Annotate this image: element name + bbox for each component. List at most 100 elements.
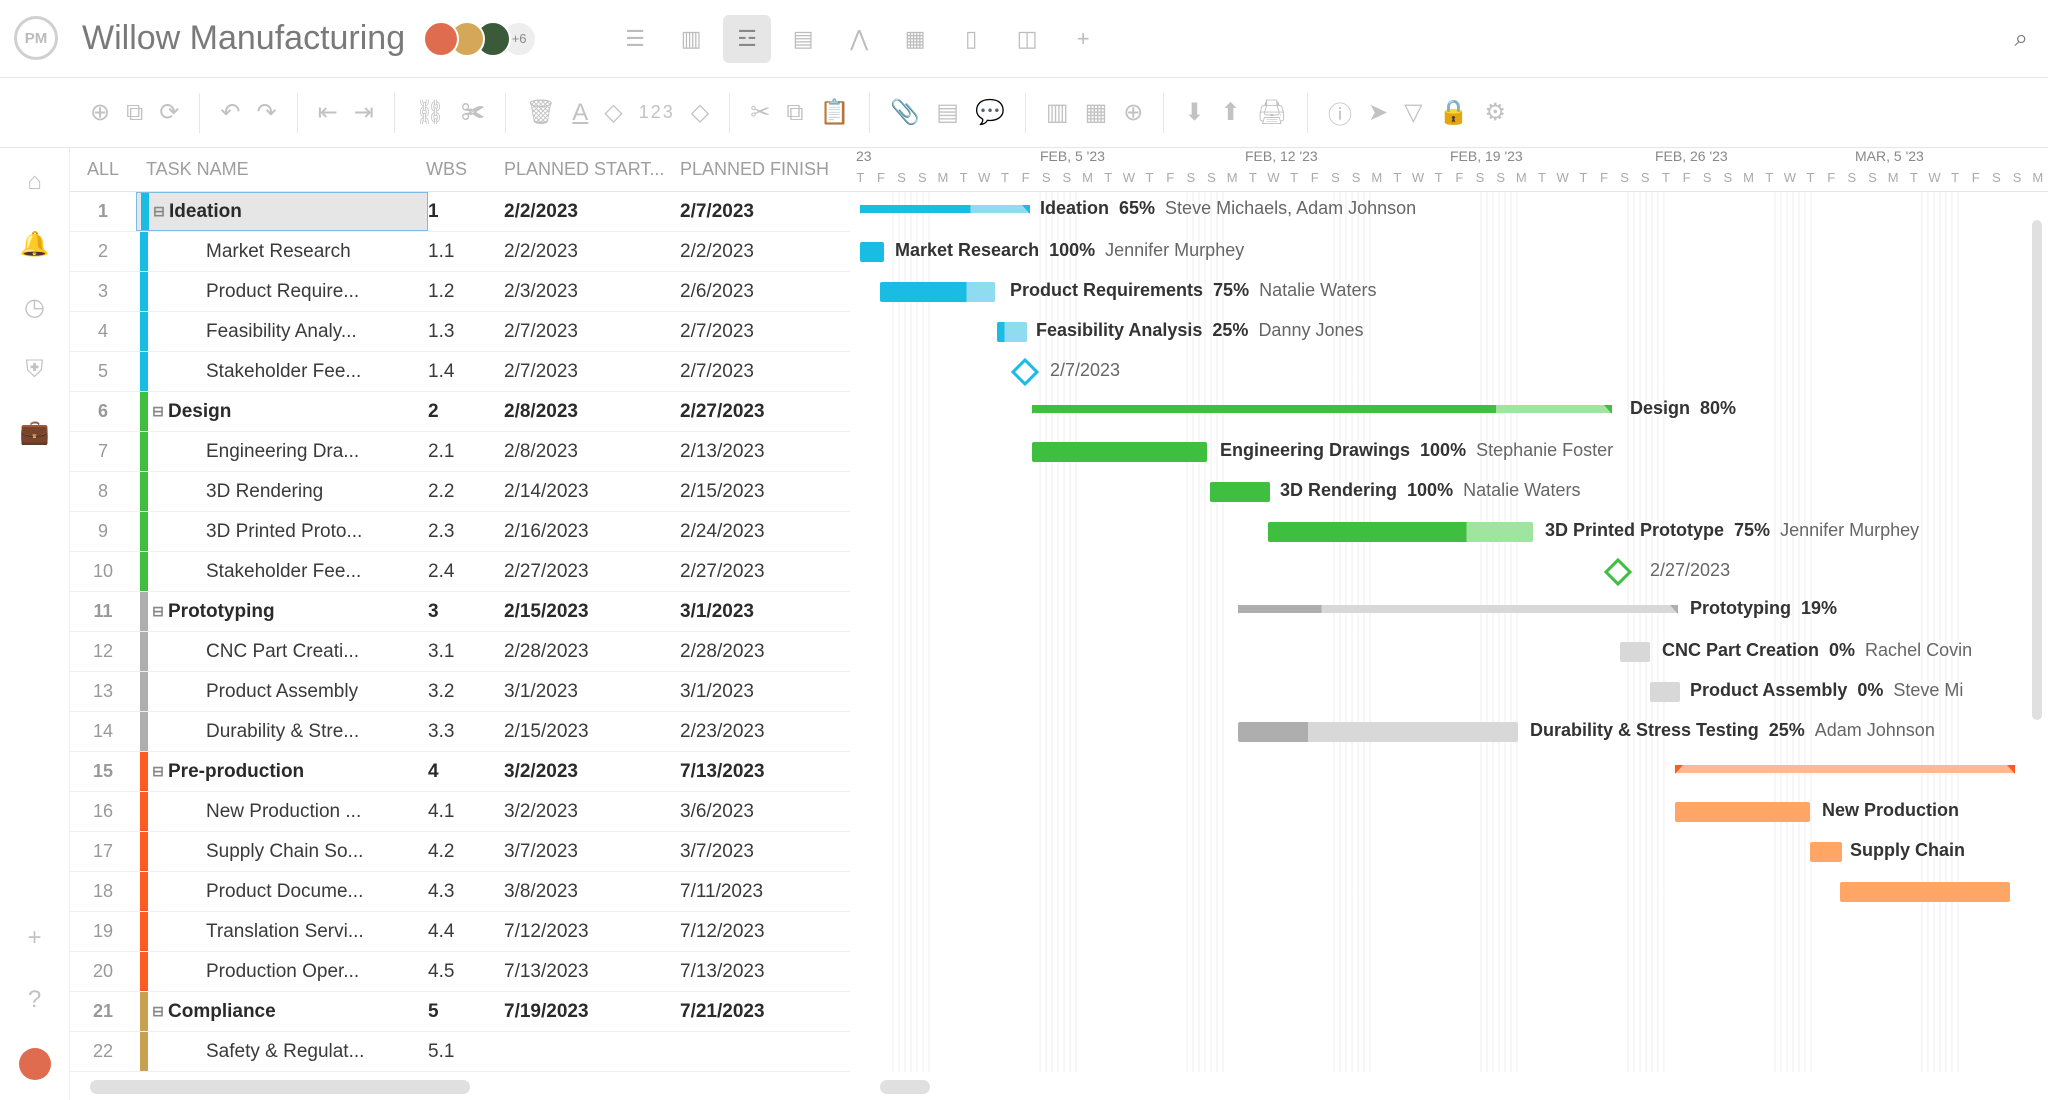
assign-icon[interactable]: ⧉ [126,99,143,127]
add-task-icon[interactable]: ⊕ [90,98,110,127]
task-row[interactable]: 17 Supply Chain So... 4.2 3/7/2023 3/7/2… [70,832,850,872]
task-row[interactable]: 11 ⊟Prototyping 3 2/15/2023 3/1/2023 [70,592,850,632]
task-row[interactable]: 5 Stakeholder Fee... 1.4 2/7/2023 2/7/20… [70,352,850,392]
col-all[interactable]: ALL [70,159,136,180]
task-row[interactable]: 6 ⊟Design 2 2/8/2023 2/27/2023 [70,392,850,432]
home-icon[interactable]: ⌂ [27,168,42,196]
vscroll-handle[interactable] [2032,220,2042,720]
lock-icon[interactable]: 🔒 [1439,98,1469,127]
task-row[interactable]: 10 Stakeholder Fee... 2.4 2/27/2023 2/27… [70,552,850,592]
help-icon[interactable]: ? [28,986,41,1014]
view-sheet-icon[interactable]: ▤ [779,15,827,63]
unlink-icon[interactable]: ✀ [461,99,485,127]
bell-icon[interactable]: 🔔 [20,230,50,259]
redo-icon[interactable]: ↷ [256,98,276,127]
cut-icon[interactable]: ✂ [750,98,770,127]
task-row[interactable]: 22 Safety & Regulat... 5.1 [70,1032,850,1072]
search-icon[interactable]: ⌕ [2015,25,2028,53]
view-add-icon[interactable]: + [1059,15,1107,63]
task-row[interactable]: 13 Product Assembly 3.2 3/1/2023 3/1/202… [70,672,850,712]
indent-icon[interactable]: ⇥ [354,98,374,127]
copy-icon[interactable]: ⧉ [786,99,803,127]
clock-icon[interactable]: ◷ [24,293,45,322]
task-row[interactable]: 4 Feasibility Analy... 1.3 2/7/2023 2/7/… [70,312,850,352]
user-avatar[interactable] [19,1048,51,1080]
row-index: 9 [70,521,136,542]
col-finish[interactable]: PLANNED FINISH [680,159,850,180]
filter-icon[interactable]: ▽ [1404,98,1422,127]
view-dashboard-icon[interactable]: ◫ [1003,15,1051,63]
task-row[interactable]: 8 3D Rendering 2.2 2/14/2023 2/15/2023 [70,472,850,512]
settings-icon[interactable]: ⚙ [1485,98,1507,127]
gantt[interactable]: 23 FEB, 5 '23FEB, 12 '23FEB, 19 '23FEB, … [850,148,2048,1100]
day-label: W [1408,170,1429,192]
undo-icon[interactable]: ↶ [220,98,240,127]
day-label: T [1242,170,1263,192]
task-list: ALL TASK NAME WBS PLANNED START... PLANN… [70,148,850,1100]
task-row[interactable]: 19 Translation Servi... 4.4 7/12/2023 7/… [70,912,850,952]
planned-finish: 2/6/2023 [680,281,850,303]
task-row[interactable]: 3 Product Require... 1.2 2/3/2023 2/6/20… [70,272,850,312]
collapse-icon[interactable]: ⊟ [148,763,168,780]
print-icon[interactable]: 🖨 [1257,98,1287,127]
view-workload-icon[interactable]: ⋀ [835,15,883,63]
grid-icon[interactable]: ▦ [1085,98,1108,127]
zoom-icon[interactable]: ⊕ [1123,98,1143,127]
milestone-icon[interactable]: ◇ [691,98,709,127]
task-row[interactable]: 2 Market Research 1.1 2/2/2023 2/2/2023 [70,232,850,272]
comment-icon[interactable]: 💬 [975,98,1005,127]
task-row[interactable]: 12 CNC Part Creati... 3.1 2/28/2023 2/28… [70,632,850,672]
tag-icon[interactable]: ◇ [604,98,622,127]
wbs: 4.2 [428,841,504,863]
columns-icon[interactable]: ▥ [1046,98,1069,127]
view-list-icon[interactable]: ☰ [611,15,659,63]
month-label: FEB, 5 '23 [1040,148,1105,164]
wbs: 4.4 [428,921,504,943]
briefcase-icon[interactable]: 💼 [20,418,50,447]
hscroll-handle[interactable] [90,1080,470,1094]
avatar-stack[interactable]: +6 [433,21,537,57]
paste-icon[interactable]: 📋 [820,98,850,127]
add-icon[interactable]: + [27,924,41,952]
task-row[interactable]: 21 ⊟Compliance 5 7/19/2023 7/21/2023 [70,992,850,1032]
number-format-icon[interactable]: 123 [639,102,675,123]
outdent-icon[interactable]: ⇤ [318,98,338,127]
collapse-icon[interactable]: ⊟ [149,203,169,220]
task-row[interactable]: 9 3D Printed Proto... 2.3 2/16/2023 2/24… [70,512,850,552]
link-icon[interactable]: ⛓ [415,98,445,127]
team-icon[interactable]: ⛨ [26,356,44,384]
collapse-icon[interactable]: ⊟ [148,403,168,420]
view-board-icon[interactable]: ▥ [667,15,715,63]
hscroll2-handle[interactable] [880,1080,930,1094]
task-row[interactable]: 1 ⊟Ideation 1 2/2/2023 2/7/2023 [70,192,850,232]
attach-icon[interactable]: 📎 [890,98,920,127]
task-row[interactable]: 14 Durability & Stre... 3.3 2/15/2023 2/… [70,712,850,752]
planned-finish: 2/7/2023 [680,201,850,223]
send-icon[interactable]: ➤ [1368,98,1388,127]
planned-start: 2/3/2023 [504,281,680,303]
avatar[interactable] [423,21,459,57]
view-doc-icon[interactable]: ▯ [947,15,995,63]
task-row[interactable]: 15 ⊟Pre-production 4 3/2/2023 7/13/2023 [70,752,850,792]
view-gantt-icon[interactable]: ☲ [723,15,771,63]
view-calendar-icon[interactable]: ▦ [891,15,939,63]
text-color-icon[interactable]: A [572,99,588,127]
col-wbs[interactable]: WBS [426,159,504,180]
task-row[interactable]: 18 Product Docume... 4.3 3/8/2023 7/11/2… [70,872,850,912]
note-icon[interactable]: ▤ [936,98,959,127]
collapse-icon[interactable]: ⊟ [148,1003,168,1020]
task-row[interactable]: 16 New Production ... 4.1 3/2/2023 3/6/2… [70,792,850,832]
wbs: 4.5 [428,961,504,983]
task-row[interactable]: 20 Production Oper... 4.5 7/13/2023 7/13… [70,952,850,992]
task-row[interactable]: 7 Engineering Dra... 2.1 2/8/2023 2/13/2… [70,432,850,472]
logo[interactable]: PM [14,16,58,60]
export-icon[interactable]: ⬆ [1220,98,1240,127]
row-index: 17 [70,841,136,862]
info-icon[interactable]: ⓘ [1328,95,1352,130]
col-name[interactable]: TASK NAME [136,159,426,180]
collapse-icon[interactable]: ⊟ [148,603,168,620]
import-icon[interactable]: ⬇ [1184,98,1204,127]
col-start[interactable]: PLANNED START... [504,159,680,180]
delete-icon[interactable]: 🗑 [526,98,556,127]
refresh-icon[interactable]: ⟳ [159,98,179,127]
